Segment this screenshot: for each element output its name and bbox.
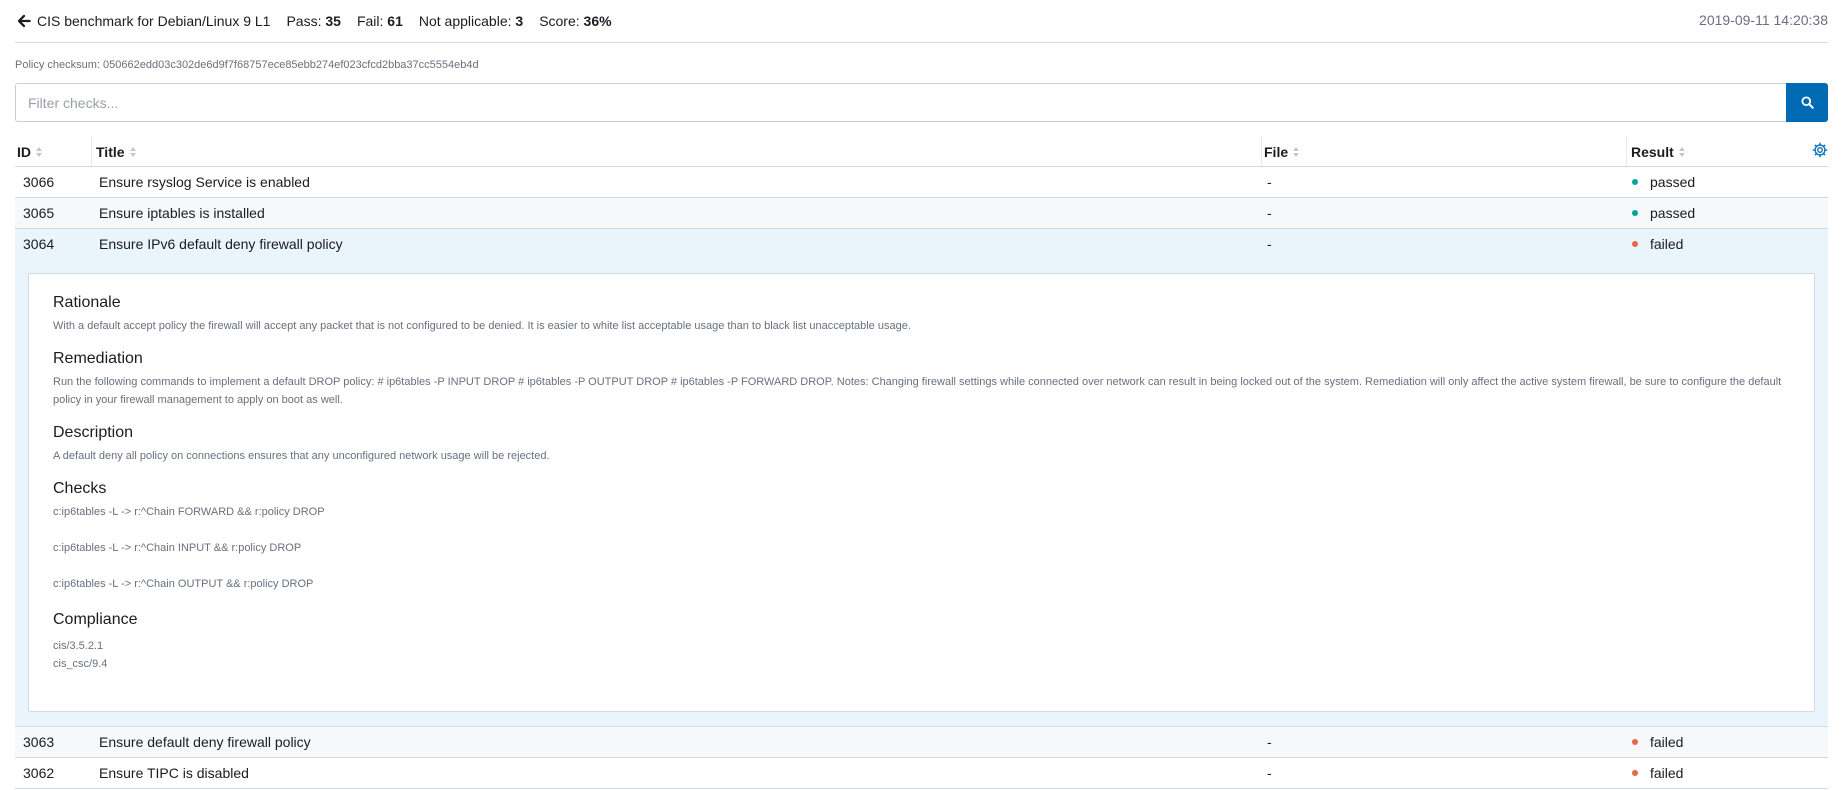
rationale-heading: Rationale [53,294,121,311]
check-result: passed [1632,205,1695,221]
check-id: 3064 [23,236,55,252]
status-dot-icon [1632,739,1638,745]
check-result: failed [1632,236,1683,252]
score-stat: Score: 36% [539,13,612,29]
compliance-heading: Compliance [53,611,138,628]
fail-count: 61 [387,13,403,29]
scan-timestamp: 2019-09-11 14:20:38 [1699,12,1828,28]
sort-icon [1678,147,1685,157]
sort-icon [36,147,42,157]
compliance-item: cis/3.5.2.1 [53,640,104,652]
compliance-item: cis_csc/9.4 [53,658,108,670]
search-button[interactable] [1786,83,1828,122]
status-dot-icon [1632,770,1638,776]
check-id: 3066 [23,174,55,190]
status-dot-icon [1632,241,1638,247]
rationale-section: Rationale With a default accept policy t… [53,294,1790,335]
gear-icon[interactable] [1812,142,1828,158]
remediation-section: Remediation Run the following commands t… [53,350,1790,409]
sort-icon [1293,147,1300,157]
check-file: - [1267,765,1272,781]
fail-stat: Fail: 61 [356,13,403,29]
check-file: - [1267,236,1272,252]
check-file: - [1267,205,1272,221]
check-id: 3062 [23,765,55,781]
description-section: Description A default deny all policy on… [53,424,1790,465]
check-rule: c:ip6tables -L -> r:^Chain FORWARD && r:… [53,506,325,518]
pass-stat: Pass: 35 [286,13,341,29]
table-row[interactable]: 3062 Ensure TIPC is disabled - failed [15,758,1828,789]
check-id: 3063 [23,734,55,750]
column-header-id[interactable]: ID [17,144,43,160]
column-divider [91,136,92,166]
search-icon [1800,96,1814,109]
check-id: 3065 [23,205,55,221]
column-divider [1626,136,1627,166]
filter-checks-input[interactable] [15,83,1786,122]
column-header-result[interactable]: Result [1631,144,1686,160]
sort-icon [129,147,136,157]
check-title: Ensure IPv6 default deny firewall policy [99,236,343,252]
score-value: 36% [583,13,612,29]
compliance-section: Compliance cis/3.5.2.1 cis_csc/9.4 [53,611,1790,673]
top-bar: CIS benchmark for Debian/Linux 9 L1 Pass… [15,0,1828,43]
not-applicable-count: 3 [515,13,524,29]
status-dot-icon [1632,179,1638,185]
description-heading: Description [53,424,134,441]
table-header: ID Title File Result [15,136,1828,167]
not-applicable-stat: Not applicable: 3 [418,13,524,29]
check-title: Ensure default deny firewall policy [99,734,311,750]
check-file: - [1267,174,1272,190]
column-divider [1261,136,1262,166]
rationale-text: With a default accept policy the firewal… [53,320,911,332]
table-row[interactable]: 3063 Ensure default deny firewall policy… [15,727,1828,758]
remediation-heading: Remediation [53,350,143,367]
table-row-expanded[interactable]: 3064 Ensure IPv6 default deny firewall p… [15,229,1828,260]
checks-table: ID Title File Result 3066 Ensure rsyslog… [15,136,1828,789]
check-title: Ensure rsyslog Service is enabled [99,174,310,190]
row-details-container: Rationale With a default accept policy t… [15,260,1828,727]
policy-title: CIS benchmark for Debian/Linux 9 L1 [37,13,271,29]
table-row[interactable]: 3066 Ensure rsyslog Service is enabled -… [15,167,1828,198]
policy-checksum: Policy checksum: 050662edd03c302de6d9f7f… [15,59,479,71]
arrow-left-icon[interactable] [15,12,33,30]
checks-section: Checks c:ip6tables -L -> r:^Chain FORWAR… [53,480,1790,593]
check-title: Ensure iptables is installed [99,205,265,221]
check-title: Ensure TIPC is disabled [99,765,249,781]
remediation-text: Run the following commands to implement … [53,376,1782,406]
check-rule: c:ip6tables -L -> r:^Chain OUTPUT && r:p… [53,578,314,590]
check-result: passed [1632,174,1695,190]
check-file: - [1267,734,1272,750]
status-dot-icon [1632,210,1638,216]
check-details-panel: Rationale With a default accept policy t… [28,273,1815,712]
check-result: failed [1632,734,1683,750]
check-result: failed [1632,765,1683,781]
column-header-file[interactable]: File [1264,144,1300,160]
description-text: A default deny all policy on connections… [53,450,550,462]
filter-bar [15,83,1828,122]
checks-heading: Checks [53,480,107,497]
pass-count: 35 [325,13,341,29]
check-rule: c:ip6tables -L -> r:^Chain INPUT && r:po… [53,542,302,554]
table-row[interactable]: 3065 Ensure iptables is installed - pass… [15,198,1828,229]
column-header-title[interactable]: Title [96,144,137,160]
